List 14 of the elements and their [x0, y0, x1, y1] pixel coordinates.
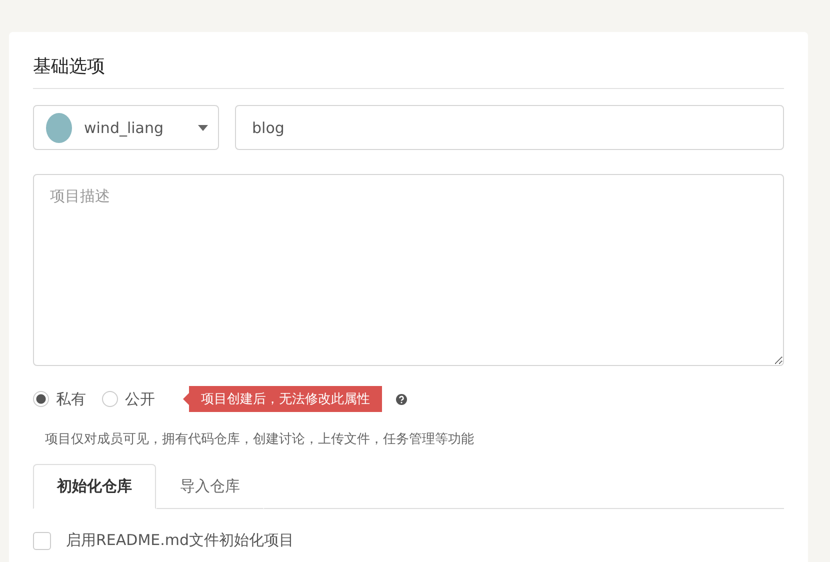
readme-label: 启用README.md文件初始化项目 [66, 531, 294, 550]
visibility-radio[interactable]: 公开 [102, 390, 155, 408]
description-field[interactable]: 项目描述 [33, 174, 784, 366]
caret-icon [198, 124, 208, 130]
section-title: 基础选项 [33, 54, 784, 89]
owner-select[interactable]: wind_liang [33, 105, 219, 150]
warning-tag: 项目创建后，无法修改此属性 [183, 386, 382, 412]
readme-checkbox[interactable] [33, 532, 51, 550]
visibility-radio[interactable]: 私有 [33, 390, 86, 408]
tab[interactable]: 初始化仓库 [33, 464, 156, 509]
help-icon[interactable] [396, 394, 407, 404]
avatar-icon [46, 112, 72, 142]
visibility-hint: 项目仅对成员可见，拥有代码仓库，创建讨论，上传文件，任务管理等功能 [45, 431, 475, 448]
project-name-field[interactable]: blog [235, 105, 784, 150]
